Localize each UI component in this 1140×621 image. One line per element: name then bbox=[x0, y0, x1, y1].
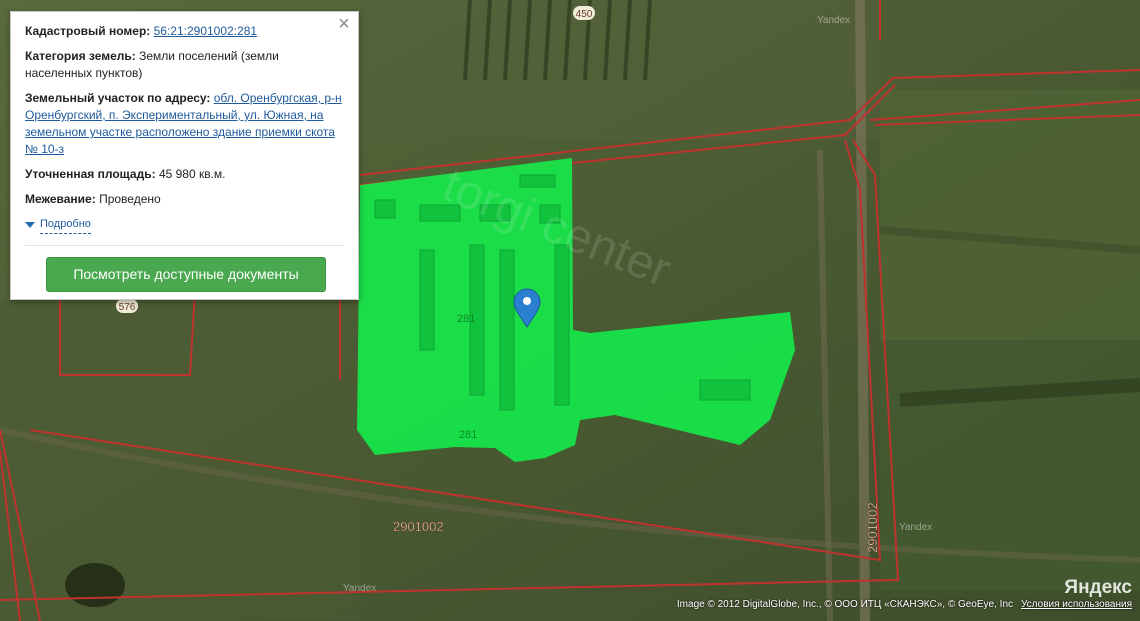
category-label: Категория земель: bbox=[25, 49, 136, 63]
attribution-text: Image © 2012 DigitalGlobe, Inc., © ООО И… bbox=[676, 599, 1013, 610]
parcel-label-281-b: 281 bbox=[459, 429, 477, 441]
terms-link[interactable]: Условия использования bbox=[1021, 599, 1132, 610]
address-label: Земельный участок по адресу: bbox=[25, 91, 211, 105]
survey-label: Межевание: bbox=[25, 192, 96, 206]
area-value: 45 980 кв.м. bbox=[158, 167, 226, 181]
cadastral-label: Кадастровый номер: bbox=[25, 24, 151, 38]
expand-triangle-icon bbox=[25, 222, 35, 228]
yandex-watermark-2: Yandex bbox=[899, 522, 932, 533]
area-label: Уточненная площадь: bbox=[25, 167, 156, 181]
view-documents-button[interactable]: Посмотреть доступные документы bbox=[46, 257, 326, 292]
yandex-logo: Яндекс bbox=[1064, 577, 1132, 598]
quarter-label-left: 2901002 bbox=[393, 519, 444, 534]
cadastral-number-link[interactable]: 56:21:2901002:281 bbox=[154, 24, 257, 38]
details-toggle[interactable]: Подробно bbox=[25, 216, 344, 234]
address-row: Земельный участок по адресу: обл. Оренбу… bbox=[25, 90, 344, 158]
survey-row: Межевание: Проведено bbox=[25, 191, 344, 208]
quarter-label-right: 2901002 bbox=[865, 502, 880, 553]
parcel-info-popup: × Кадастровый номер: 56:21:2901002:281 К… bbox=[10, 11, 359, 300]
yandex-watermark-3: Yandex bbox=[343, 583, 376, 594]
road-label-576: 576 bbox=[119, 302, 136, 313]
survey-value: Проведено bbox=[99, 192, 161, 206]
details-link[interactable]: Подробно bbox=[40, 216, 91, 234]
category-row: Категория земель: Земли поселений (земли… bbox=[25, 48, 344, 82]
cadastral-row: Кадастровый номер: 56:21:2901002:281 bbox=[25, 23, 344, 40]
road-label-450: 450 bbox=[576, 9, 593, 20]
map-attribution: Image © 2012 DigitalGlobe, Inc., © ООО И… bbox=[677, 599, 1132, 610]
close-icon[interactable]: × bbox=[335, 14, 353, 34]
area-row: Уточненная площадь: 45 980 кв.м. bbox=[25, 166, 344, 183]
divider bbox=[25, 245, 344, 246]
yandex-watermark-1: Yandex bbox=[817, 15, 850, 26]
parcel-label-281: 281 bbox=[457, 313, 475, 325]
